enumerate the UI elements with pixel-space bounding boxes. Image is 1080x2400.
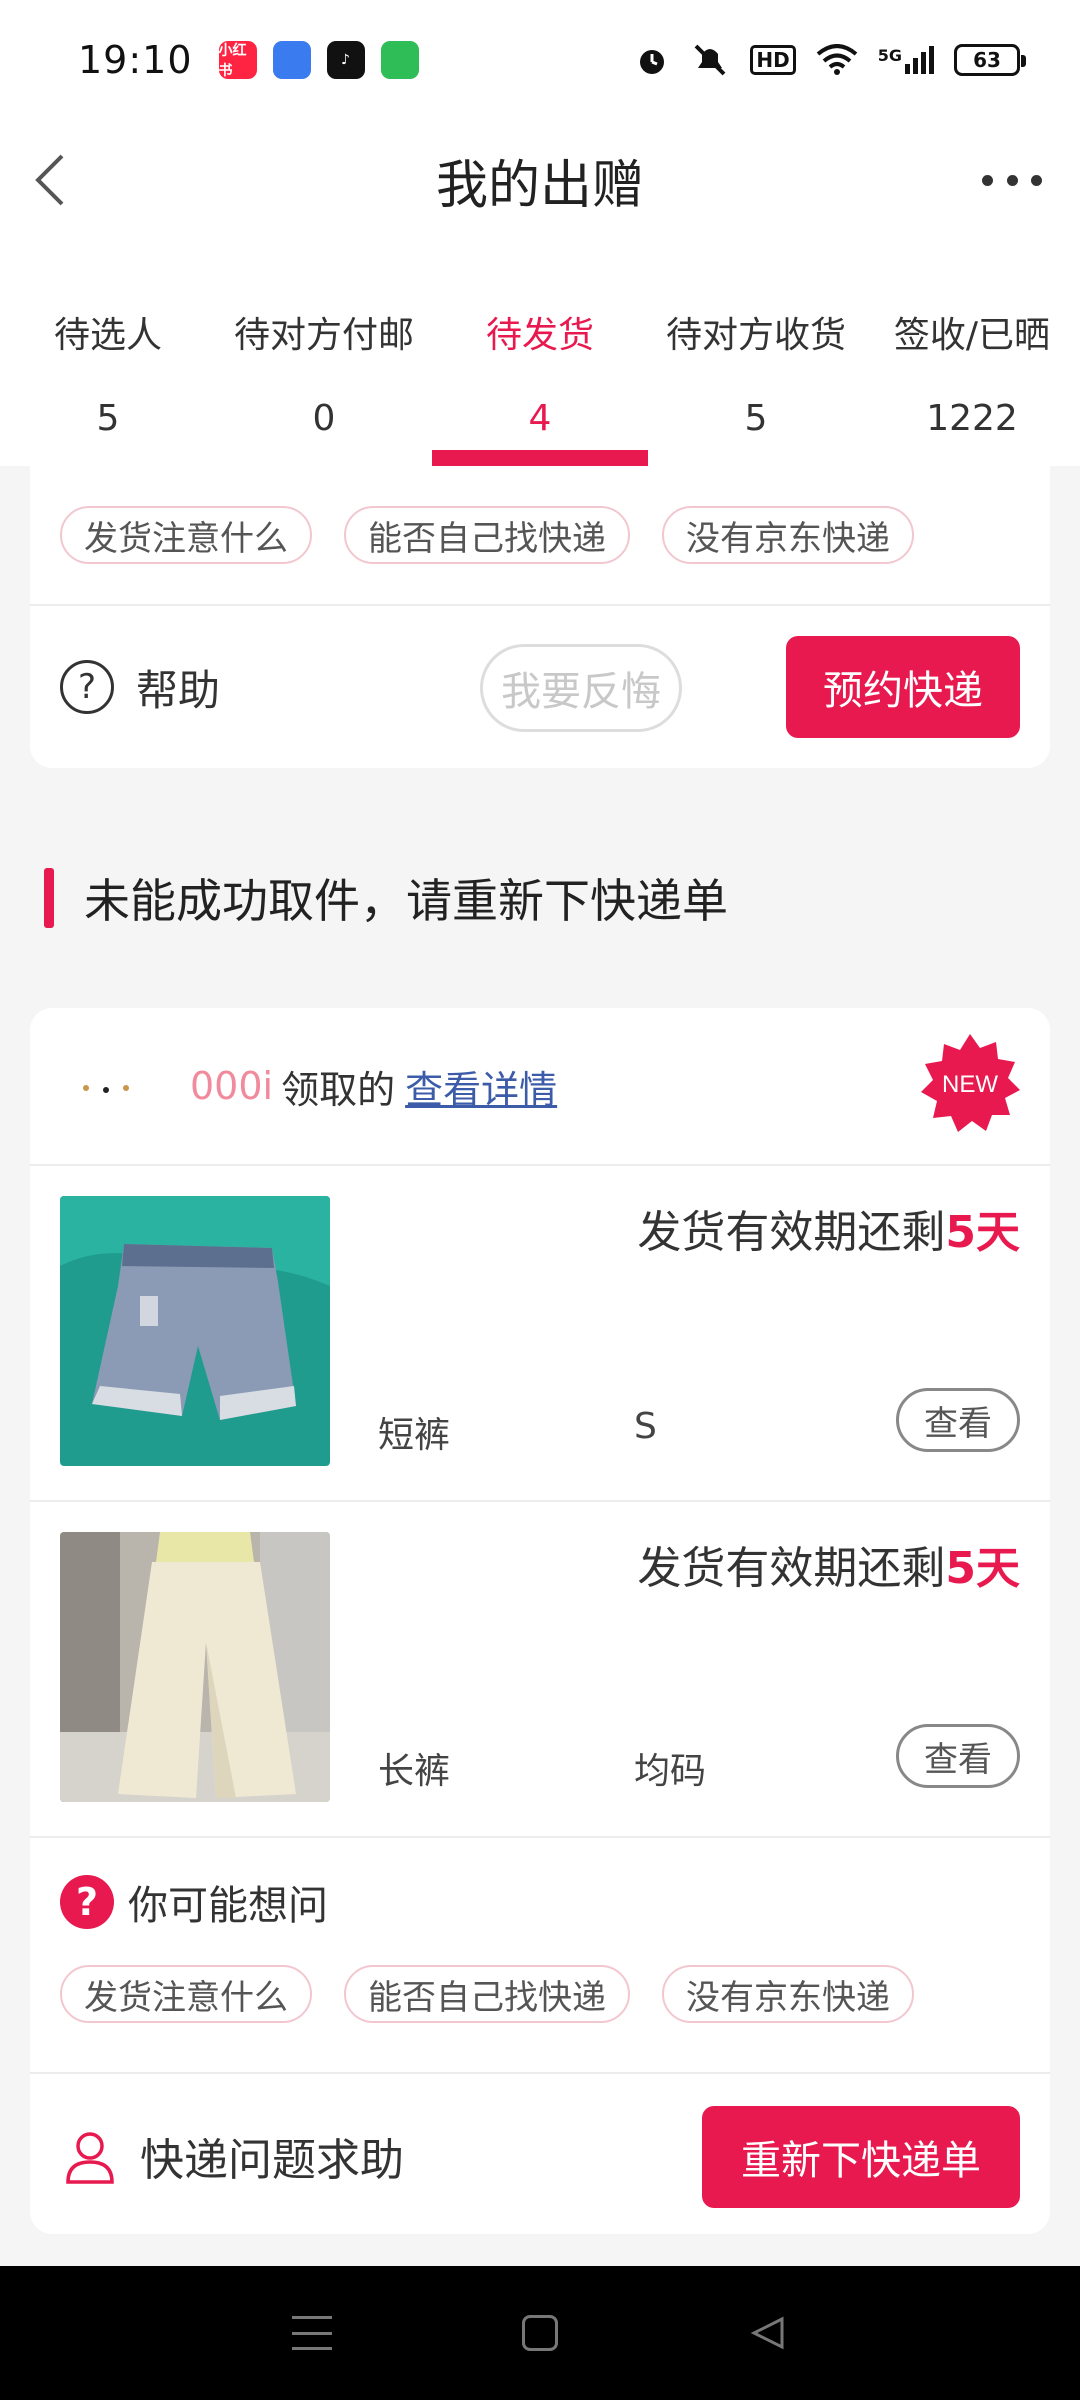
more-options-icon[interactable] [982,168,1042,192]
faq-chip[interactable]: 没有京东快递 [662,506,914,564]
recipient-row: 000i 领取的 查看详情 NEW [30,1008,1050,1164]
view-item-button[interactable]: 查看 [896,1388,1020,1452]
tab-label: 待对方付邮 [233,315,414,356]
android-app-icon [380,41,419,79]
recipient-name[interactable]: 000i [190,1064,273,1108]
new-badge-icon: NEW [921,1034,1020,1132]
tab-count: 1222 [926,398,1018,439]
shipping-deadline: 发货有效期还剩5天 [637,1532,1020,1596]
page-title: 我的出赠 [435,155,644,216]
tab-label: 待选人 [53,315,162,356]
item-row-shorts: 发货有效期还剩5天 短裤 S 查看 [30,1166,1050,1500]
battery-icon: 63 [954,44,1026,76]
help-row: ? 帮助 我要反悔 预约快递 [30,606,1050,768]
courier-help-label[interactable]: 快递问题求助 [140,2124,404,2188]
faq-chip[interactable]: 发货注意什么 [60,506,312,564]
status-tabs: 待选人 5 待对方付邮 0 待发货 4 待对方收货 5 签收/已晒 1222 [0,240,1080,466]
help-label[interactable]: 帮助 [136,657,220,718]
question-mark-icon: ? [60,1875,114,1929]
faq-chips: 发货注意什么 能否自己找快递 没有京东快递 [30,1944,1050,2044]
item-size: S [634,1406,657,1447]
tab-label: 待对方收货 [665,315,846,356]
avatar[interactable] [76,1056,136,1116]
alarm-icon [640,50,665,74]
book-courier-button[interactable]: 预约快递 [786,636,1020,738]
wifi-icon [816,44,858,75]
faq-title: 你可能想问 [128,1883,328,1929]
status-indicators: HD 5G 63 [634,42,1026,78]
shipping-deadline: 发货有效期还剩5天 [637,1196,1020,1260]
reorder-courier-button[interactable]: 重新下快递单 [702,2106,1020,2208]
xiaohongshu-app-icon: 小红书 [218,41,257,79]
divider [30,1836,1050,1838]
deadline-prefix: 发货有效期还剩 [637,1207,946,1258]
hd-icon: HD [750,45,796,75]
order-card: 000i 领取的 查看详情 NEW 发货有效期还剩5天 短裤 S 查看 发货有效… [30,1008,1050,2234]
status-time: 19:10 [78,38,193,82]
deadline-days: 5天 [945,1543,1020,1594]
tab-label: 待发货 [485,315,594,356]
deadline-days: 5天 [945,1207,1020,1258]
tab-received[interactable]: 签收/已晒 1222 [864,240,1080,466]
item-row-pants: 发货有效期还剩5天 长裤 均码 查看 [30,1502,1050,1836]
courier-help-row: 快递问题求助 重新下快递单 [30,2074,1050,2234]
recent-apps-icon[interactable] [292,2316,332,2350]
view-item-button[interactable]: 查看 [896,1724,1020,1788]
faq-header: ? 你可能想问 [30,1860,1050,1944]
regret-button[interactable]: 我要反悔 [480,644,682,732]
feather-app-icon [272,41,311,79]
faq-chips: 发货注意什么 能否自己找快递 没有京东快递 [30,466,1050,604]
mute-bell-icon [694,44,726,76]
recipient-suffix: 领取的 [281,1067,396,1112]
tiktok-app-icon: ♪ [326,41,365,79]
signal-icon: 5G [878,46,934,74]
status-app-icons: 小红书 ♪ [218,41,419,79]
item-name: 短裤 [378,1415,451,1456]
view-details-link[interactable]: 查看详情 [405,1059,557,1114]
section-title: 未能成功取件，请重新下快递单 [84,874,728,928]
home-icon[interactable] [522,2315,558,2351]
faq-chip[interactable]: 发货注意什么 [60,1965,312,2023]
back-arrow-icon[interactable] [28,150,88,210]
faq-chip[interactable]: 没有京东快递 [662,1965,914,2023]
tab-pending-receipt[interactable]: 待对方收货 5 [648,240,864,466]
tab-pending-select[interactable]: 待选人 5 [0,240,216,466]
item-size: 均码 [634,1751,707,1792]
nav-back-icon[interactable] [748,2313,788,2353]
tab-pending-postage[interactable]: 待对方付邮 0 [216,240,432,466]
system-nav-bar [0,2266,1080,2400]
pants-thumbnail[interactable] [60,1532,330,1802]
tab-count: 5 [96,398,120,439]
new-badge-text: NEW [942,1071,998,1098]
status-bar: 19:10 小红书 ♪ HD 5G 63 [0,0,1080,120]
section-heading: 未能成功取件，请重新下快递单 [44,868,728,928]
person-icon[interactable] [60,2126,120,2186]
deadline-prefix: 发货有效期还剩 [637,1543,946,1594]
faq-chip[interactable]: 能否自己找快递 [344,1965,630,2023]
tab-pending-shipment[interactable]: 待发货 4 [432,240,648,466]
shorts-thumbnail[interactable] [60,1196,330,1466]
section-accent-bar [44,868,54,928]
previous-order-card: 发货注意什么 能否自己找快递 没有京东快递 ? 帮助 我要反悔 预约快递 [30,466,1050,768]
page-header: 我的出赠 [0,120,1080,240]
tab-label: 签收/已晒 [893,315,1051,356]
question-circle-icon[interactable]: ? [60,660,114,714]
tab-count: 4 [528,398,552,439]
tab-count: 5 [744,398,768,439]
network-type: 5G [877,46,902,65]
item-name: 长裤 [378,1751,451,1792]
faq-chip[interactable]: 能否自己找快递 [344,506,630,564]
tab-count: 0 [312,398,336,439]
